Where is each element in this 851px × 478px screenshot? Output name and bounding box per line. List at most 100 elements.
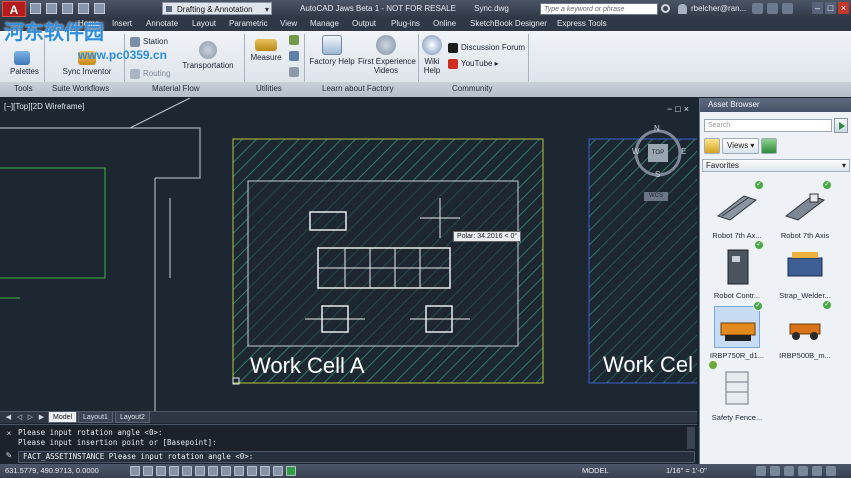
tab-sketchbook-designer[interactable]: SketchBook Designer — [470, 19, 547, 28]
ortho-icon[interactable] — [156, 466, 166, 476]
measure-button[interactable]: Measure — [250, 39, 282, 62]
otrack-icon[interactable] — [195, 466, 205, 476]
lineweight-icon[interactable] — [234, 466, 244, 476]
asset-item[interactable]: ✓ IRBP500B_m... — [774, 300, 836, 360]
clean-screen-icon[interactable] — [812, 466, 822, 476]
utility-tool-1[interactable] — [289, 35, 302, 45]
compass-west[interactable]: W — [632, 147, 640, 156]
tab-parametric[interactable]: Parametric — [229, 19, 268, 28]
osnap-icon[interactable] — [182, 466, 192, 476]
compass-east[interactable]: E — [681, 147, 686, 156]
viewport-controls-label[interactable]: [−][Top][2D Wireframe] — [4, 102, 84, 111]
open-icon[interactable] — [46, 3, 57, 14]
tab-model[interactable]: Model — [48, 412, 78, 423]
drawing-canvas[interactable]: [−][Top][2D Wireframe] − □ × N S W E TOP… — [0, 98, 697, 411]
model-space-toggle[interactable]: MODEL — [582, 466, 609, 475]
views-dropdown[interactable]: Views ▾ — [722, 138, 760, 154]
command-scrollbar[interactable] — [687, 427, 695, 449]
snap-icon[interactable] — [130, 466, 140, 476]
category-dropdown[interactable]: Favorites — [702, 159, 850, 172]
asset-item[interactable]: Safety Fence... — [706, 368, 768, 422]
group-title-material-flow[interactable]: Material Flow — [152, 84, 200, 93]
group-title-community[interactable]: Community — [452, 84, 492, 93]
station-button[interactable]: Station — [130, 37, 168, 47]
search-icon[interactable] — [661, 4, 670, 13]
dyn-icon[interactable] — [221, 466, 231, 476]
next-tab-icon[interactable]: ▷ — [26, 413, 35, 422]
asset-browser-title[interactable]: Asset Browser — [700, 98, 851, 112]
group-title-suite-workflows[interactable]: Suite Workflows — [52, 84, 109, 93]
refresh-icon[interactable] — [761, 138, 778, 154]
tab-plugins[interactable]: Plug-ins — [391, 19, 420, 28]
favorites-icon[interactable] — [704, 138, 720, 154]
tab-layout[interactable]: Layout — [192, 19, 216, 28]
tab-express-tools[interactable]: Express Tools — [557, 19, 607, 28]
first-experience-videos-button[interactable]: First Experience Videos — [358, 35, 416, 75]
wiki-help-button[interactable]: Wiki Help — [420, 35, 444, 75]
close-button[interactable]: × — [838, 2, 849, 14]
utility-tool-3[interactable] — [289, 67, 302, 77]
polar-icon[interactable] — [169, 466, 179, 476]
tab-view[interactable]: View — [280, 19, 297, 28]
transparency-icon[interactable] — [247, 466, 257, 476]
exchange-icon[interactable] — [752, 3, 763, 14]
tab-online[interactable]: Online — [433, 19, 456, 28]
help-icon[interactable] — [782, 3, 793, 14]
routing-button[interactable]: Routing — [130, 69, 171, 79]
coordinates-readout[interactable]: 631.5779, 490.9713, 0.0000 — [5, 466, 99, 475]
application-menu-button[interactable]: A — [2, 1, 26, 17]
annotation-scale[interactable]: 1/16" = 1'-0" — [666, 466, 707, 475]
new-icon[interactable] — [30, 3, 41, 14]
redo-icon[interactable] — [94, 3, 105, 14]
viewport-close[interactable]: × — [684, 104, 689, 114]
save-icon[interactable] — [62, 3, 73, 14]
group-title-learn-about-factory[interactable]: Learn about Factory — [322, 84, 394, 93]
workspace-dropdown[interactable]: Drafting & Annotation — [162, 2, 272, 16]
grid-icon[interactable] — [143, 466, 153, 476]
lock-icon[interactable] — [770, 466, 780, 476]
command-input[interactable]: FACT_ASSETINSTANCE Please input rotation… — [18, 451, 695, 463]
compass-south[interactable]: S — [655, 170, 660, 179]
tab-output[interactable]: Output — [352, 19, 376, 28]
asset-item-selected[interactable]: ✓ IRBP750R_d1... — [706, 301, 768, 360]
search-input[interactable]: Type a keyword or phrase — [540, 3, 658, 15]
discussion-forum-button[interactable]: Discussion Forum — [448, 43, 525, 53]
transportation-button[interactable]: Transportation — [180, 41, 236, 70]
undo-icon[interactable] — [78, 3, 89, 14]
ducs-icon[interactable] — [208, 466, 218, 476]
viewport-minimize[interactable]: − — [667, 104, 672, 114]
isolate-icon[interactable] — [798, 466, 808, 476]
asset-item[interactable]: ✓ Robot Contr... — [706, 240, 768, 300]
search-go-button[interactable] — [834, 118, 848, 133]
customize-icon[interactable] — [826, 466, 836, 476]
tab-annotate[interactable]: Annotate — [146, 19, 178, 28]
asset-item[interactable]: Strap_Welder... — [774, 246, 836, 300]
minimize-button[interactable]: – — [812, 2, 823, 14]
close-icon[interactable]: × — [4, 429, 14, 439]
asset-item[interactable]: ✓ Robot 7th Ax... — [706, 180, 768, 240]
asset-search-input[interactable]: Search — [704, 119, 832, 132]
compass-north[interactable]: N — [654, 124, 660, 133]
tab-layout1[interactable]: Layout1 — [78, 412, 113, 423]
viewport-maximize[interactable]: □ — [675, 104, 680, 114]
workspace-switch-icon[interactable] — [756, 466, 766, 476]
wcs-menu[interactable]: WCS — [644, 192, 668, 201]
maximize-button[interactable]: □ — [825, 2, 836, 14]
add-icon[interactable] — [286, 466, 296, 476]
first-tab-icon[interactable]: ◀ — [4, 413, 13, 422]
asset-item[interactable]: ✓ Robot 7th Axis — [774, 180, 836, 240]
star-icon[interactable] — [767, 3, 778, 14]
quick-properties-icon[interactable] — [260, 466, 270, 476]
viewcube[interactable]: TOP — [648, 144, 668, 162]
tab-manage[interactable]: Manage — [310, 19, 339, 28]
group-title-tools[interactable]: Tools — [14, 84, 33, 93]
group-title-utilities[interactable]: Utilities — [256, 84, 282, 93]
selection-cycling-icon[interactable] — [273, 466, 283, 476]
factory-help-button[interactable]: Factory Help — [309, 35, 355, 66]
hardware-accel-icon[interactable] — [784, 466, 794, 476]
user-name[interactable]: rbelcher@ran... — [691, 4, 746, 13]
wrench-icon[interactable]: ✎ — [4, 451, 14, 461]
user-icon[interactable] — [678, 4, 687, 14]
last-tab-icon[interactable]: ▶ — [37, 413, 46, 422]
prev-tab-icon[interactable]: ◁ — [15, 413, 24, 422]
